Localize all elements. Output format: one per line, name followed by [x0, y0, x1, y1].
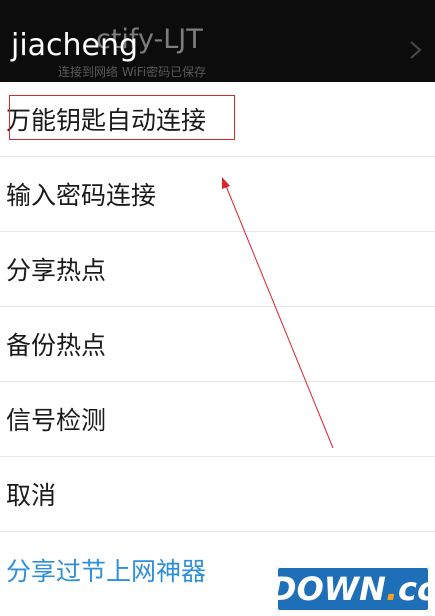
menu-item-backup-hotspot[interactable]: 备份热点	[0, 307, 435, 382]
watermark-dot: .	[385, 570, 399, 608]
menu-item-auto-connect[interactable]: 万能钥匙自动连接	[0, 82, 435, 157]
context-menu: 万能钥匙自动连接 输入密码连接 分享热点 备份热点 信号检测 取消 分享过节上网…	[0, 82, 435, 607]
chevron-right-icon	[410, 41, 422, 59]
watermark-main: DOWN	[270, 570, 386, 608]
menu-item-signal-check[interactable]: 信号检测	[0, 382, 435, 457]
watermark-logo: DOWN. cc	[270, 566, 435, 612]
menu-item-cancel[interactable]: 取消	[0, 457, 435, 532]
watermark-tld: cc	[398, 570, 435, 608]
dialog-header: ctify-LJT 连接到网络 WiFi密码已保存 jiacheng	[0, 0, 435, 82]
menu-item-password-connect[interactable]: 输入密码连接	[0, 157, 435, 232]
menu-item-share-hotspot[interactable]: 分享热点	[0, 232, 435, 307]
dialog-title: jiacheng	[11, 28, 139, 63]
